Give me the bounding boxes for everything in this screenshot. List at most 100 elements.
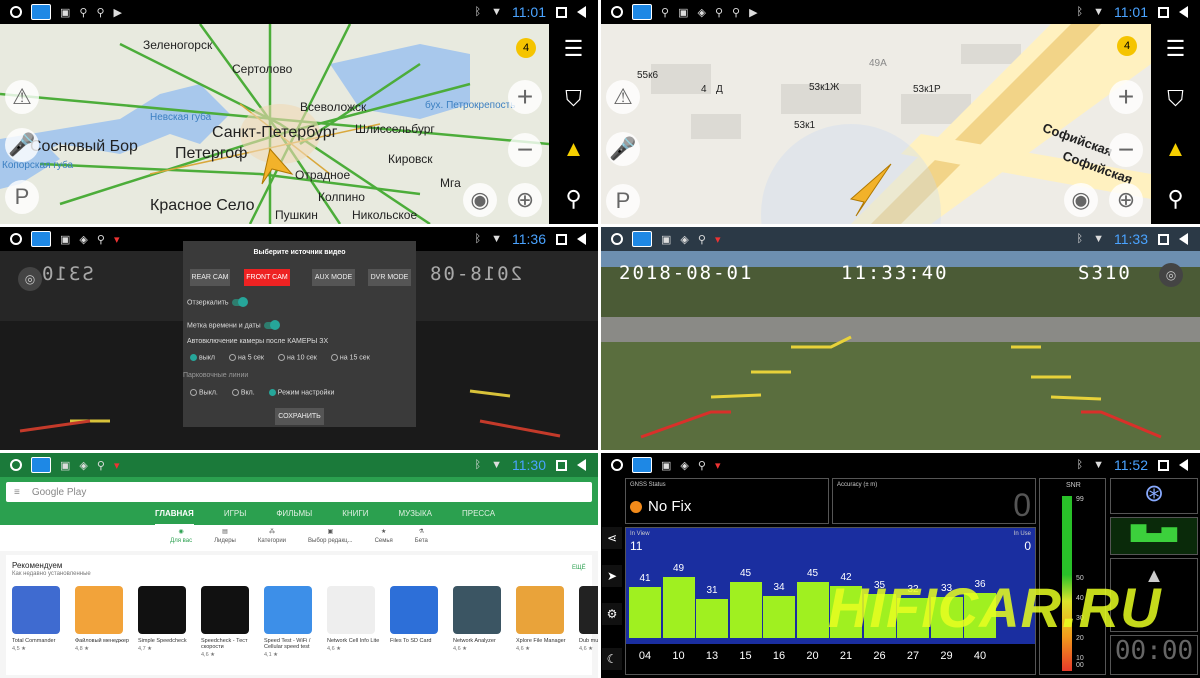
category-categories[interactable]: ⁂ Категории <box>258 528 286 551</box>
zoom-in-button[interactable]: + <box>508 80 542 114</box>
search-bar[interactable]: ≡ Google Play <box>6 482 592 502</box>
app-icon[interactable] <box>264 586 312 634</box>
zoom-in-button[interactable]: + <box>1109 80 1143 114</box>
parking-icon[interactable]: P <box>5 180 39 214</box>
app-card[interactable]: Network Analyzer 4,6 ★ <box>453 586 509 652</box>
home-icon[interactable] <box>10 233 22 245</box>
app-icon[interactable] <box>201 586 249 634</box>
app-icon[interactable] <box>390 586 438 634</box>
camera-icon[interactable]: ◎ <box>1159 263 1183 287</box>
menu-icon[interactable]: ☰ <box>1166 36 1186 62</box>
auto-option[interactable]: выкл <box>190 354 215 361</box>
app-card[interactable]: Simple Speedcheck 4,7 ★ <box>138 586 194 652</box>
share-icon[interactable]: ⋖ <box>602 527 622 549</box>
mirror-toggle[interactable] <box>231 297 248 307</box>
rear-camera-icon[interactable]: ◎ <box>18 267 42 291</box>
home-icon[interactable] <box>611 6 623 18</box>
navigation-arrow-icon[interactable]: ▲ <box>563 136 585 162</box>
recents-icon[interactable] <box>1158 233 1169 245</box>
tab-press[interactable]: ПРЕССА <box>462 509 495 526</box>
search-icon[interactable]: ⚲ <box>1167 186 1183 212</box>
home-icon[interactable] <box>10 459 22 471</box>
home-icon[interactable] <box>611 459 623 471</box>
microphone-icon[interactable]: 🎤 <box>606 132 640 166</box>
app-card[interactable]: Files To SD Card <box>390 586 446 646</box>
world-map-icon[interactable]: ▆▃▅ <box>1110 517 1198 555</box>
tab-music[interactable]: МУЗЫКА <box>399 509 432 526</box>
parking-option[interactable]: Выкл. <box>190 389 218 396</box>
app-icon[interactable] <box>327 586 375 634</box>
app-icon[interactable] <box>12 586 60 634</box>
locate-me-icon[interactable]: ⊕ <box>508 183 542 217</box>
menu-icon[interactable]: ☰ <box>564 36 584 62</box>
category-family[interactable]: ★ Семья <box>375 528 393 551</box>
app-icon[interactable] <box>632 4 652 20</box>
timestamp-toggle[interactable] <box>263 320 280 330</box>
app-icon[interactable] <box>453 586 501 634</box>
microphone-icon[interactable]: 🎤 <box>5 128 39 162</box>
app-icon[interactable] <box>31 4 51 20</box>
tab-main[interactable]: ГЛАВНАЯ <box>155 509 194 526</box>
tab-games[interactable]: ИГРЫ <box>224 509 247 526</box>
bookmark-icon[interactable]: ⛉ <box>1167 86 1184 112</box>
recents-icon[interactable] <box>556 233 567 245</box>
mirror-setting[interactable]: Отзеркалить <box>187 297 248 307</box>
parking-option[interactable]: Режим настройки <box>268 389 334 396</box>
category-beta[interactable]: ⚗ Бета <box>415 528 428 551</box>
recents-icon[interactable] <box>1158 459 1169 471</box>
parking-icon[interactable]: P <box>606 184 640 218</box>
save-button[interactable]: СОХРАНИТЬ <box>275 408 324 425</box>
settings-icon[interactable]: ⚙ <box>602 603 622 625</box>
auto-option[interactable]: на 10 сек <box>277 354 317 361</box>
sky-view-icon[interactable]: ⊛ <box>1110 478 1198 514</box>
back-icon[interactable] <box>1179 233 1188 245</box>
zoom-out-button[interactable]: − <box>508 133 542 167</box>
rear-cam-button[interactable]: REAR CAM <box>190 269 230 286</box>
app-card[interactable]: Speedcheck - Тест скорости 4,6 ★ <box>201 586 257 658</box>
app-icon[interactable] <box>579 586 598 634</box>
app-card[interactable]: Total Commander 4,5 ★ <box>12 586 68 652</box>
app-card[interactable]: Speed Test - WiFi / Cellular speed test 4… <box>264 586 320 658</box>
app-icon[interactable] <box>31 457 51 473</box>
back-icon[interactable] <box>577 459 586 471</box>
search-input[interactable]: Google Play <box>32 487 86 498</box>
notification-badge[interactable]: 4 <box>516 38 536 58</box>
app-card[interactable]: Dub mus... 4,6 ★ <box>579 586 598 652</box>
category-top[interactable]: ▤ Лидеры <box>214 528 236 551</box>
tab-books[interactable]: КНИГИ <box>342 509 368 526</box>
search-icon[interactable]: ⚲ <box>565 186 581 212</box>
back-icon[interactable] <box>577 6 586 18</box>
menu-icon[interactable]: ≡ <box>14 487 20 498</box>
more-link[interactable]: ЕЩЁ <box>572 565 586 571</box>
timestamp-setting[interactable]: Метка времени и даты <box>187 320 280 330</box>
app-card[interactable]: Xplore File Manager 4,6 ★ <box>516 586 572 652</box>
recents-icon[interactable] <box>556 459 567 471</box>
zoom-out-button[interactable]: − <box>1109 133 1143 167</box>
aux-mode-button[interactable]: AUX MODE <box>312 269 355 286</box>
home-icon[interactable] <box>611 233 623 245</box>
front-cam-button[interactable]: FRONT CAM <box>244 269 290 286</box>
parking-option[interactable]: Вкл. <box>231 389 255 396</box>
app-icon[interactable] <box>632 457 652 473</box>
auto-option[interactable]: на 5 сек <box>228 354 264 361</box>
notification-badge[interactable]: 4 <box>1117 36 1137 56</box>
traffic-warning-icon[interactable]: ⚠ <box>606 80 640 114</box>
app-icon[interactable] <box>75 586 123 634</box>
navigation-arrow-icon[interactable]: ▲ <box>1165 136 1187 162</box>
tab-movies[interactable]: ФИЛЬМЫ <box>276 509 312 526</box>
auto-option[interactable]: на 15 сек <box>330 354 370 361</box>
back-icon[interactable] <box>1179 6 1188 18</box>
back-icon[interactable] <box>577 233 586 245</box>
app-icon[interactable] <box>31 231 51 247</box>
bookmark-icon[interactable]: ⛉ <box>565 86 582 112</box>
app-card[interactable]: Network Cell Info Lite 4,6 ★ <box>327 586 383 652</box>
locate-me-icon[interactable]: ⊕ <box>1109 183 1143 217</box>
app-card[interactable]: Файловый менеджер 4,8 ★ <box>75 586 131 652</box>
app-icon[interactable] <box>138 586 186 634</box>
recents-icon[interactable] <box>556 6 567 18</box>
app-icon[interactable] <box>632 231 652 247</box>
navigate-icon[interactable]: ➤ <box>602 565 622 587</box>
app-icon[interactable] <box>516 586 564 634</box>
recents-icon[interactable] <box>1158 6 1169 18</box>
home-icon[interactable] <box>10 6 22 18</box>
